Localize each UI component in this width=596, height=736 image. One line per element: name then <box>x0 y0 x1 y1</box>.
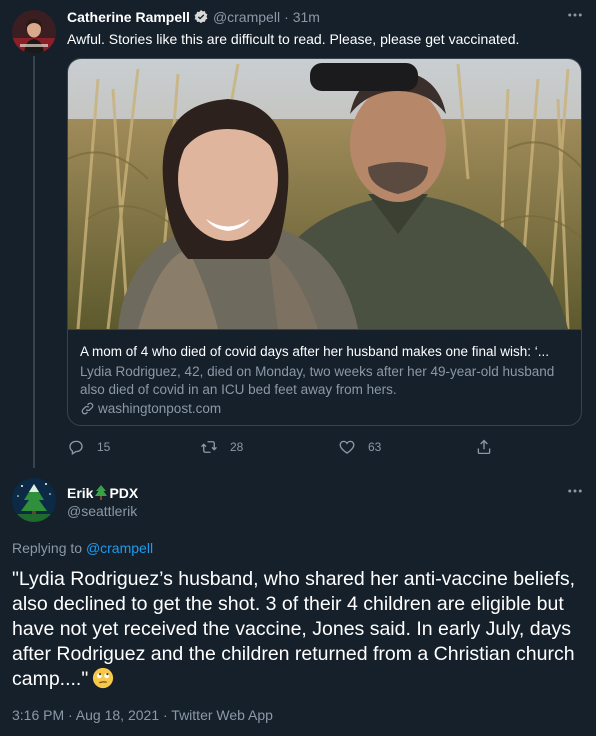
like-button[interactable]: 63 <box>338 438 381 456</box>
author-name[interactable]: Catherine Rampell <box>67 9 190 25</box>
more-horizontal-icon[interactable] <box>566 6 584 29</box>
avatar-erik[interactable] <box>12 478 56 522</box>
verified-badge-icon <box>193 9 209 25</box>
more-horizontal-icon[interactable] <box>566 482 584 505</box>
retweet-count: 28 <box>230 440 244 454</box>
dot-separator: · <box>284 9 289 25</box>
author-handle[interactable]: @crampell <box>213 9 280 25</box>
tweet-time[interactable]: 31m <box>293 9 320 25</box>
tweet2-text: "Lydia Rodriguez’s husband, who shared h… <box>12 567 586 692</box>
tweet2-author-name[interactable]: Erik 🌲 PDX <box>67 485 138 501</box>
tweet1-text: Awful. Stories like this are difficult t… <box>67 31 520 47</box>
tweet2-timestamp[interactable]: 3:16 PM · Aug 18, 2021 · Twitter Web App <box>12 707 273 723</box>
share-button[interactable] <box>475 438 505 456</box>
avatar-catherine-rampell[interactable] <box>12 10 56 54</box>
heart-icon <box>339 440 355 454</box>
replying-to-link[interactable]: @crampell <box>86 540 153 556</box>
replying-prefix: Replying to <box>12 540 83 556</box>
card-photo <box>68 59 581 330</box>
share-icon <box>477 439 491 455</box>
author-name-suffix: PDX <box>109 485 139 501</box>
retweet-icon <box>201 441 217 453</box>
face-with-rolling-eyes-emoji <box>92 667 114 689</box>
author-name-part: Erik <box>67 485 94 501</box>
evergreen-tree-emoji <box>95 485 108 500</box>
thread-connector-line <box>33 56 35 468</box>
like-count: 63 <box>368 440 382 454</box>
replying-to-line: Replying to @crampell <box>12 540 153 556</box>
card-description: Lydia Rodriguez, 42, died on Monday, two… <box>80 364 555 397</box>
card-domain-text: washingtonpost.com <box>98 401 222 416</box>
reply-icon <box>69 440 83 455</box>
card-domain[interactable]: washingtonpost.com <box>80 401 221 416</box>
reply-button[interactable]: 15 <box>67 438 110 456</box>
reply-count: 15 <box>97 440 111 454</box>
card-title[interactable]: A mom of 4 who died of covid days after … <box>80 344 568 359</box>
tweet2-author-handle[interactable]: @seattlerik <box>67 503 137 519</box>
tweet1-header: Catherine Rampell @crampell · 31m <box>67 9 320 25</box>
retweet-button[interactable]: 28 <box>200 438 243 456</box>
link-preview-card[interactable]: A mom of 4 who died of covid days after … <box>67 58 582 426</box>
link-icon <box>80 401 95 416</box>
